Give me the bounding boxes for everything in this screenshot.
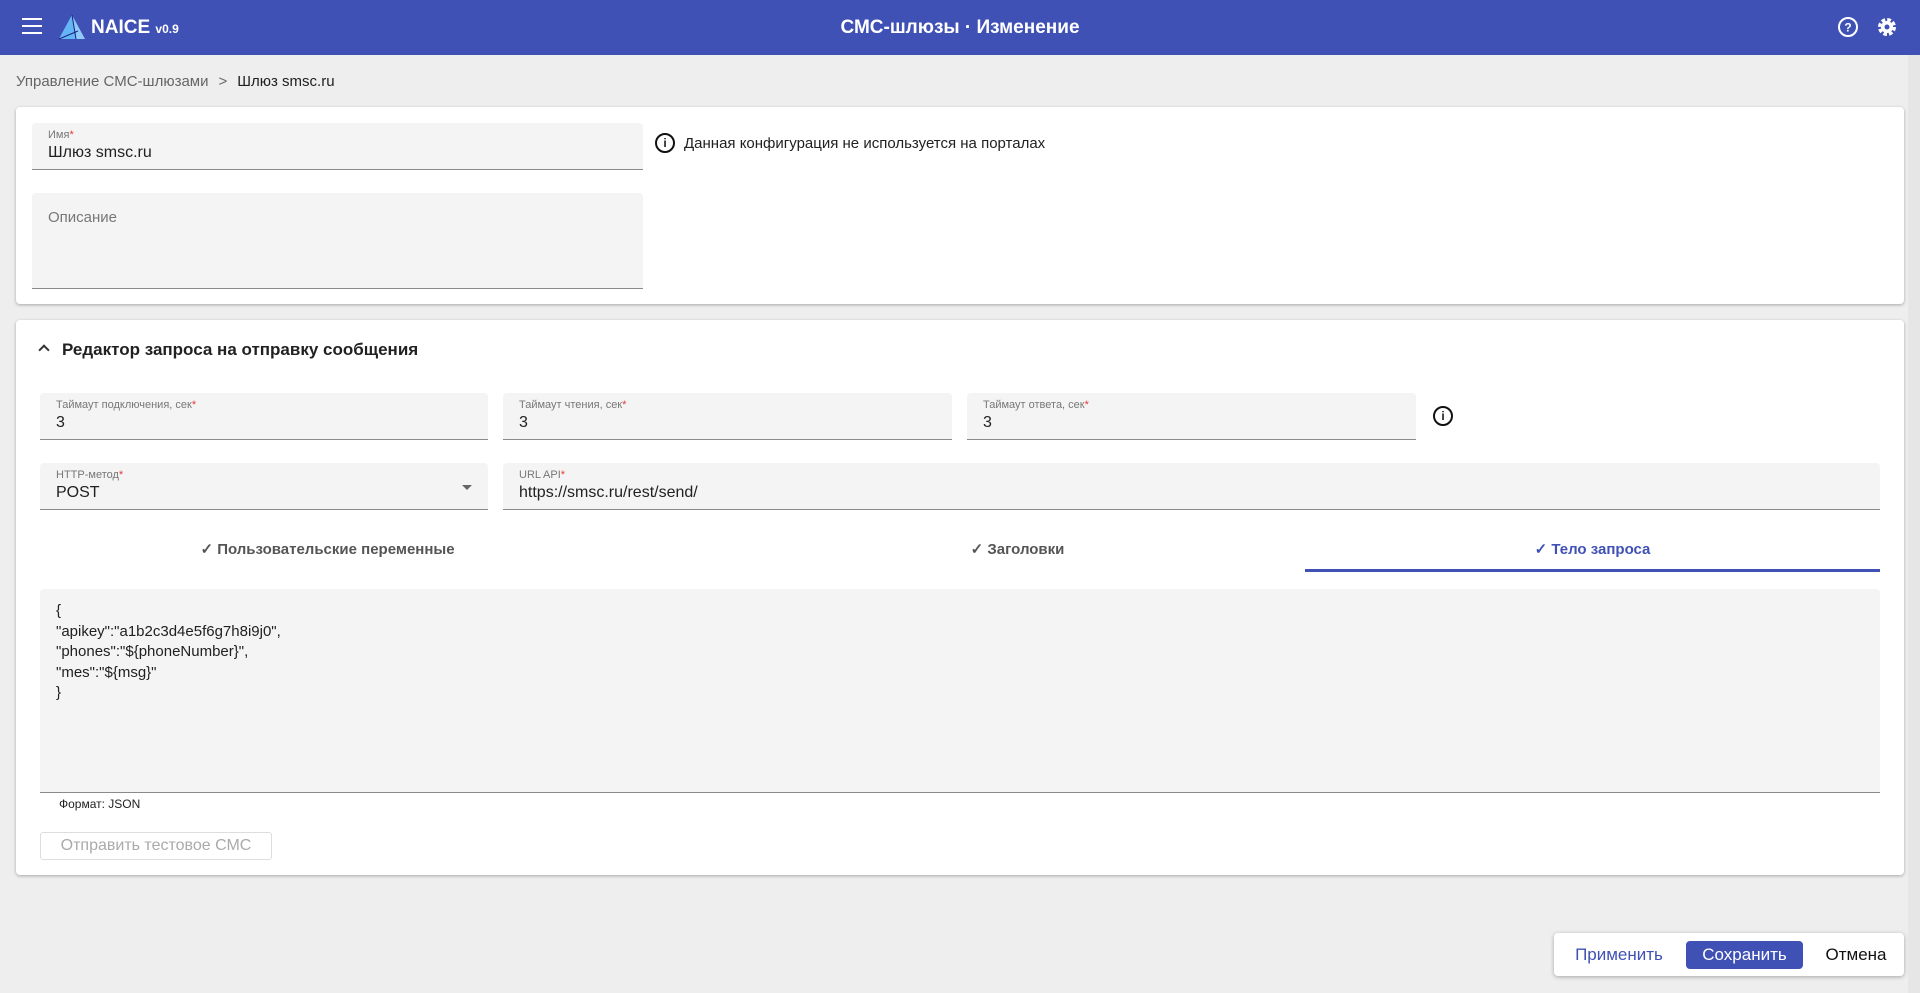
check-icon: ✓ [970,541,988,558]
action-bar: Применить Сохранить Отмена [1554,933,1904,976]
tab-request-body[interactable]: ✓ Тело запроса [1305,540,1880,572]
http-method-label: HTTP-метод* [56,469,124,481]
read-timeout-value: 3 [519,414,528,431]
info-icon: i [655,133,675,153]
url-api-label: URL API* [519,469,566,481]
name-label: Имя* [48,129,74,141]
url-api-value: https://smsc.ru/rest/send/ [519,484,698,501]
page-scrollbar[interactable] [1908,55,1920,993]
breadcrumb-separator: > [218,73,228,90]
http-method-select[interactable]: HTTP-метод* POST [40,463,488,510]
svg-text:?: ? [1844,21,1851,35]
dropdown-arrow-icon [462,485,472,490]
tab-headers[interactable]: ✓ Заголовки [730,540,1305,572]
cancel-button[interactable]: Отмена [1816,941,1896,969]
brand[interactable]: NAICE v0.9 [91,17,179,39]
connect-timeout-field[interactable]: Таймаут подключения, сек* 3 [40,393,488,440]
chevron-up-icon [38,344,50,356]
brand-name: NAICE [91,17,151,38]
app-header: NAICE v0.9 СМС-шлюзы · Изменение ? [0,0,1920,55]
read-timeout-field[interactable]: Таймаут чтения, сек* 3 [503,393,952,440]
tab-user-variables[interactable]: ✓ Пользовательские переменные [40,540,615,572]
response-timeout-label: Таймаут ответа, сек* [983,399,1089,411]
name-value: Шлюз smsc.ru [48,144,152,161]
connect-timeout-label: Таймаут подключения, сек* [56,399,197,411]
info-text: Данная конфигурация не используется на п… [684,135,1046,152]
check-icon: ✓ [200,541,218,558]
response-timeout-field[interactable]: Таймаут ответа, сек* 3 [967,393,1416,440]
send-test-sms-button[interactable]: Отправить тестовое СМС [40,832,272,860]
format-hint: Формат: JSON [59,797,141,811]
section-header[interactable]: Редактор запроса на отправку сообщения [36,340,418,360]
url-api-field[interactable]: URL API* https://smsc.ru/rest/send/ [503,463,1880,510]
breadcrumb-parent-link[interactable]: Управление СМС-шлюзами [16,73,209,90]
help-icon[interactable]: ? [1836,15,1860,39]
name-field[interactable]: Имя* Шлюз smsc.ru [32,123,643,170]
apply-button[interactable]: Применить [1564,941,1674,969]
request-body-editor[interactable]: { "apikey":"a1b2c3d4e5f6g7h8i9j0", "phon… [40,589,1880,793]
timeout-info-icon[interactable]: i [1433,406,1453,426]
settings-gear-icon[interactable] [1875,15,1899,39]
description-placeholder: Описание [48,209,118,226]
description-field[interactable]: Описание [32,193,643,289]
http-method-value: POST [56,484,100,501]
breadcrumb-current: Шлюз smsc.ru [237,73,335,90]
general-card: Имя* Шлюз smsc.ru Описание i Данная конф… [16,107,1904,304]
section-title: Редактор запроса на отправку сообщения [62,340,419,359]
menu-icon[interactable] [22,18,42,34]
read-timeout-label: Таймаут чтения, сек* [519,399,627,411]
save-button[interactable]: Сохранить [1686,941,1803,969]
version: v0.9 [155,22,179,36]
page-title: СМС-шлюзы · Изменение [840,17,1080,38]
naice-logo-icon [58,14,85,40]
response-timeout-value: 3 [983,414,992,431]
check-icon: ✓ [1534,541,1552,558]
connect-timeout-value: 3 [56,414,65,431]
breadcrumb: Управление СМС-шлюзами > Шлюз smsc.ru [16,73,335,90]
